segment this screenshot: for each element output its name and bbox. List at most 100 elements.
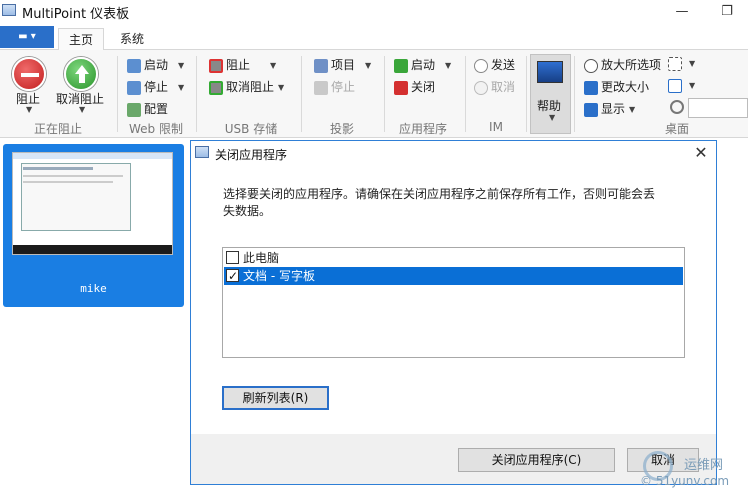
chevron-down-icon[interactable]: ▼ <box>178 83 184 92</box>
ribbon-separator <box>465 56 466 132</box>
usb-block-button[interactable]: 阻止 ▼ <box>209 56 276 73</box>
ribbon-separator <box>574 56 575 132</box>
ribbon-separator <box>384 56 385 132</box>
globe-icon <box>127 58 141 73</box>
zoom-selected-button[interactable]: 放大所选项 <box>584 56 661 73</box>
display-icon <box>584 102 598 117</box>
display-button[interactable]: 显示 ▼ <box>584 100 635 117</box>
change-size-button[interactable]: 更改大小 <box>584 78 649 95</box>
projector-stop-icon <box>314 80 328 95</box>
file-menu-button[interactable]: ▬ ▾ <box>0 26 54 48</box>
group-label-apps: 应用程序 <box>398 122 447 136</box>
usb-block-icon <box>209 58 223 73</box>
chevron-down-icon[interactable]: ▼ <box>278 83 284 92</box>
search-icon <box>670 100 684 114</box>
dialog-message: 选择要关闭的应用程序。请确保在关闭应用程序之前保存所有工作，否则可能会丢失数据。 <box>223 187 656 218</box>
watermark-url: © 51yunv.com <box>640 474 730 488</box>
window-titlebar: MultiPoint 仪表板 — ❐ <box>0 0 748 24</box>
unblock-icon <box>64 57 98 91</box>
im-cancel-label: 取消 <box>491 80 516 94</box>
magnifier-icon <box>584 58 598 73</box>
restore-button[interactable]: ❐ <box>712 2 742 22</box>
info-icon <box>474 80 488 95</box>
app-close-label: 关闭 <box>411 80 436 94</box>
web-stop-label: 停止 <box>144 80 169 94</box>
list-item-label: 此电脑 <box>243 251 280 265</box>
layout-grid-button[interactable]: ▼ <box>668 56 695 71</box>
group-label-desktop: 桌面 <box>664 122 689 136</box>
block-icon <box>12 57 46 91</box>
chevron-down-icon[interactable]: ▼ <box>26 105 32 114</box>
app-launch-icon <box>394 58 408 73</box>
web-configure-button[interactable]: 配置 <box>127 100 168 117</box>
info-icon <box>474 58 488 73</box>
change-size-label: 更改大小 <box>601 80 650 94</box>
chevron-down-icon[interactable]: ▼ <box>270 61 276 70</box>
chevron-down-icon: ▼ <box>549 113 556 122</box>
im-send-button[interactable]: 发送 <box>474 56 515 73</box>
frame-icon <box>668 78 682 93</box>
ribbon-separator <box>526 56 527 132</box>
im-cancel-button[interactable]: 取消 <box>474 78 515 95</box>
group-label-blocking: 正在阻止 <box>33 122 82 136</box>
web-start-label: 启动 <box>144 58 169 72</box>
list-item[interactable]: 文档 - 写字板 <box>224 267 683 285</box>
app-list[interactable]: 此电脑 文档 - 写字板 <box>222 247 685 358</box>
display-label: 显示 <box>601 102 626 116</box>
settings-icon <box>127 102 141 117</box>
help-monitor-icon <box>537 61 563 83</box>
web-stop-button[interactable]: 停止 ▼ <box>127 78 184 95</box>
project-button[interactable]: 项目 ▼ <box>314 56 371 73</box>
tab-system[interactable]: 系统 <box>110 28 154 50</box>
tab-home[interactable]: 主页 <box>58 28 105 50</box>
usb-unblock-button[interactable]: 取消阻止 ▼ <box>209 78 284 95</box>
zoom-selected-label: 放大所选项 <box>601 58 662 72</box>
dialog-close-icon[interactable]: ✕ <box>690 143 712 163</box>
project-stop-label: 停止 <box>331 80 356 94</box>
list-item-label: 文档 - 写字板 <box>243 269 315 283</box>
chevron-down-icon[interactable]: ▼ <box>178 61 184 70</box>
checkbox[interactable] <box>226 267 239 285</box>
globe-stop-icon <box>127 80 141 95</box>
resize-icon <box>584 80 598 95</box>
desktop-search-input[interactable] <box>688 98 748 118</box>
app-icon <box>2 4 16 16</box>
ribbon-separator <box>301 56 302 132</box>
usb-unblock-label: 取消阻止 <box>226 80 275 94</box>
chevron-down-icon[interactable]: ▼ <box>629 105 635 114</box>
project-label: 项目 <box>331 58 356 72</box>
close-apps-button[interactable]: 关闭应用程序(C) <box>458 448 615 472</box>
app-close-button[interactable]: 关闭 <box>394 78 435 95</box>
help-label: 帮助 <box>537 99 562 113</box>
station-name: mike <box>80 282 107 295</box>
usb-block-label: 阻止 <box>226 58 251 72</box>
im-send-label: 发送 <box>491 58 516 72</box>
window-title: MultiPoint 仪表板 <box>22 7 130 22</box>
watermark-text: 运维网 <box>684 458 724 473</box>
group-label-usb: USB 存储 <box>224 122 278 136</box>
app-launch-button[interactable]: 启动 ▼ <box>394 56 451 73</box>
project-stop-button[interactable]: 停止 <box>314 78 355 95</box>
group-label-im: IM <box>489 120 503 134</box>
ribbon-separator <box>196 56 197 132</box>
app-launch-label: 启动 <box>411 58 436 72</box>
chevron-down-icon[interactable]: ▼ <box>79 105 85 114</box>
dialog-title: 关闭应用程序 <box>215 148 288 162</box>
ribbon-separator <box>117 56 118 132</box>
chevron-down-icon[interactable]: ▼ <box>689 81 695 90</box>
chevron-down-icon[interactable]: ▼ <box>445 61 451 70</box>
minimize-button[interactable]: — <box>667 2 697 22</box>
group-label-web: Web 限制 <box>129 122 183 136</box>
chevron-down-icon[interactable]: ▼ <box>689 59 695 68</box>
projector-icon <box>314 58 328 73</box>
chevron-down-icon[interactable]: ▼ <box>365 61 371 70</box>
grid-icon <box>668 56 682 71</box>
list-item[interactable]: 此电脑 <box>224 249 683 267</box>
layout-frame-button[interactable]: ▼ <box>668 78 695 93</box>
checkbox[interactable] <box>226 251 239 264</box>
group-label-projection: 投影 <box>329 122 354 136</box>
refresh-list-button[interactable]: 刷新列表(R) <box>222 386 329 410</box>
web-start-button[interactable]: 启动 ▼ <box>127 56 184 73</box>
help-button[interactable]: 帮助 ▼ <box>530 54 571 134</box>
usb-unblock-icon <box>209 80 223 95</box>
